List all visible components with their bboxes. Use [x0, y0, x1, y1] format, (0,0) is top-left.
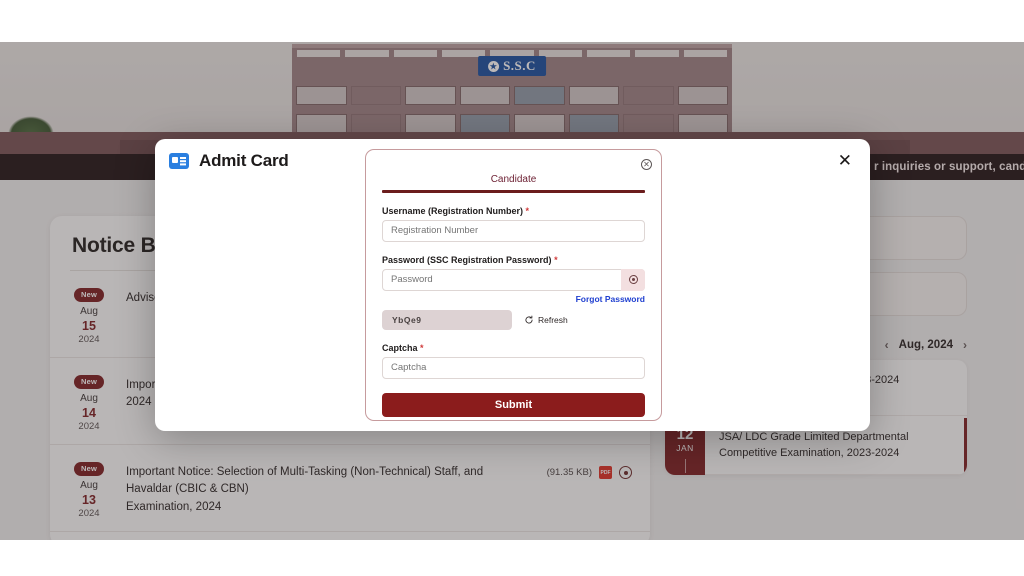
- notice-year: 2024: [78, 333, 100, 345]
- refresh-captcha-button[interactable]: Refresh: [524, 315, 568, 325]
- event-month: JAN: [676, 443, 694, 453]
- site-banner: ★ S.S.C: [0, 42, 1024, 154]
- eye-icon[interactable]: [619, 466, 632, 480]
- calendar-accent: [964, 418, 967, 475]
- status-badge: New: [73, 374, 105, 389]
- notice-date: New Aug 15 2024: [68, 283, 110, 346]
- table-row[interactable]: New Aug 13 2024 Important Notice: Select…: [50, 445, 650, 533]
- required-marker: *: [420, 342, 424, 353]
- form-close-icon[interactable]: ✕: [641, 159, 652, 170]
- notice-title-line2: Examination, 2024: [126, 500, 222, 513]
- username-label-text: Username (Registration Number): [382, 205, 524, 216]
- password-input-wrap: [382, 268, 645, 291]
- captcha-row: YbQe9 Refresh: [382, 309, 645, 330]
- table-row[interactable]: New Aug 9 2024 Important Notice: Senior …: [50, 532, 650, 540]
- modal-title: Admit Card: [199, 151, 289, 170]
- captcha-label: Captcha *: [382, 343, 645, 353]
- chevron-right-icon[interactable]: ›: [963, 338, 967, 352]
- ticker-text: r inquiries or support, candidate: [874, 161, 1024, 173]
- captcha-field-group: Captcha *: [382, 343, 645, 379]
- password-label-text: Password (SSC Registration Password): [382, 254, 552, 265]
- notice-month: Aug: [80, 305, 98, 317]
- calendar-month-label: Aug, 2024: [898, 339, 953, 351]
- letterbox-top: [0, 0, 1024, 42]
- building-floor: [292, 82, 732, 108]
- notice-day: 15: [82, 318, 96, 333]
- notice-month: Aug: [80, 479, 98, 491]
- notice-month: Aug: [80, 392, 98, 404]
- status-badge: New: [73, 461, 105, 476]
- notice-day: 14: [82, 405, 96, 420]
- tab-candidate[interactable]: Candidate: [382, 174, 645, 193]
- password-field-group: Password (SSC Registration Password) * F…: [382, 255, 645, 304]
- notice-year: 2024: [78, 420, 100, 432]
- tab-active-indicator: [382, 190, 645, 193]
- notice-day: 13: [82, 492, 96, 507]
- password-label: Password (SSC Registration Password) *: [382, 255, 645, 265]
- tab-candidate-label: Candidate: [490, 174, 537, 185]
- pdf-icon[interactable]: PDF: [599, 466, 612, 480]
- required-marker: *: [525, 205, 530, 216]
- file-size: (91.35 KB): [546, 467, 592, 479]
- modal-header: Admit Card: [169, 151, 289, 171]
- notice-title[interactable]: Important Notice: Selection of Multi-Tas…: [126, 457, 531, 516]
- captcha-image: YbQe9: [382, 309, 512, 330]
- notice-date: New Aug 14 2024: [68, 370, 110, 433]
- captcha-input[interactable]: [382, 356, 645, 379]
- toggle-password-visibility-icon[interactable]: [621, 268, 645, 291]
- username-label: Username (Registration Number) *: [382, 206, 645, 216]
- refresh-label: Refresh: [538, 314, 568, 325]
- id-card-icon: [169, 153, 189, 169]
- ssc-sign-text: S.S.C: [503, 58, 536, 73]
- login-form: ✕ Candidate Username (Registration Numbe…: [365, 149, 662, 421]
- chevron-left-icon[interactable]: ‹: [885, 338, 889, 352]
- notice-date: New Aug 13 2024: [68, 457, 110, 520]
- captcha-label-text: Captcha: [382, 342, 418, 353]
- submit-button[interactable]: Submit: [382, 392, 645, 417]
- username-field-group: Username (Registration Number) *: [382, 206, 645, 242]
- notice-meta: (91.35 KB) PDF: [546, 457, 632, 480]
- refresh-icon: [525, 315, 533, 323]
- notice-title-line1: Important Notice: Selection of Multi-Tas…: [126, 466, 484, 496]
- close-icon[interactable]: ✕: [838, 152, 852, 169]
- status-badge: New: [73, 287, 105, 302]
- notice-year: 2024: [78, 507, 100, 519]
- admit-card-modal: Admit Card ✕ ✕ Candidate Username (Regis…: [155, 139, 870, 431]
- required-marker: *: [554, 254, 558, 265]
- emblem-icon: ★: [488, 60, 500, 72]
- ssc-signboard: ★ S.S.C: [478, 56, 546, 76]
- username-input[interactable]: [382, 219, 645, 242]
- forgot-password-link[interactable]: Forgot Password: [382, 294, 645, 304]
- letterbox-bottom: [0, 540, 1024, 576]
- password-input[interactable]: [382, 268, 645, 291]
